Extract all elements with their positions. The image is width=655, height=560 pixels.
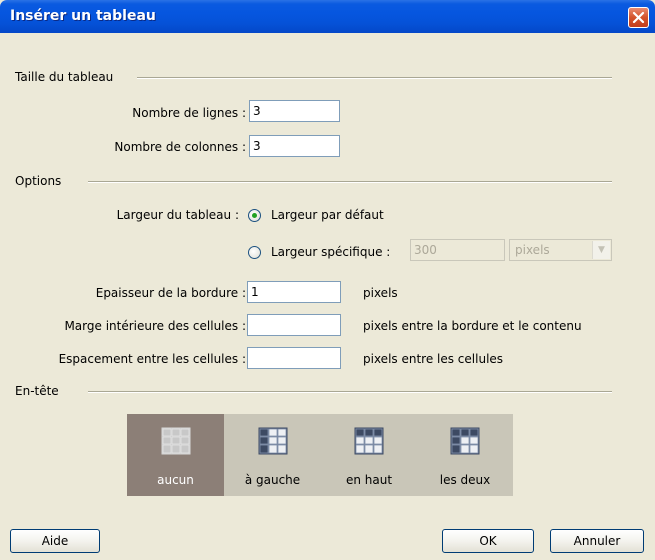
section-divider	[88, 181, 612, 183]
radio-default-width[interactable]	[248, 209, 261, 222]
header-option-none[interactable]: aucun	[127, 414, 224, 496]
width-unit-select[interactable]: pixels ▼	[509, 239, 612, 261]
header-option-label: à gauche	[244, 473, 301, 487]
dialog-title: Insérer un tableau	[10, 8, 156, 24]
header-option-top[interactable]: en haut	[321, 414, 417, 496]
table-left-header-icon	[258, 427, 287, 455]
border-input[interactable]: 1	[247, 281, 341, 303]
radio-specific-width-label[interactable]: Largeur spécifique :	[271, 245, 390, 259]
section-taille-label: Taille du tableau	[15, 70, 114, 84]
width-unit-value: pixels	[515, 243, 550, 257]
specific-width-input[interactable]: 300	[410, 239, 505, 261]
width-label: Largeur du tableau :	[116, 208, 239, 222]
cancel-button[interactable]: Annuler	[550, 529, 644, 553]
help-button[interactable]: Aide	[10, 529, 100, 553]
border-unit: pixels	[363, 286, 398, 300]
table-top-header-icon	[354, 427, 384, 455]
table-no-header-icon	[161, 427, 190, 455]
section-header-label: En-tête	[15, 384, 59, 398]
insert-table-dialog: Insérer un tableau Taille du tableau Nom…	[0, 0, 655, 560]
header-option-label: en haut	[345, 473, 393, 487]
dialog-body: Taille du tableau Nombre de lignes : 3 N…	[4, 33, 651, 557]
chevron-down-icon: ▼	[592, 241, 610, 259]
columns-input[interactable]: 3	[249, 135, 340, 157]
border-label: Epaisseur de la bordure :	[95, 286, 246, 300]
radio-specific-width[interactable]	[248, 246, 261, 259]
header-option-left[interactable]: à gauche	[224, 414, 321, 496]
radio-default-width-label[interactable]: Largeur par défaut	[271, 208, 384, 222]
spacing-unit: pixels entre les cellules	[363, 352, 504, 366]
header-options-panel: aucun à gauche en haut les deux	[127, 414, 513, 496]
padding-unit: pixels entre la bordure et le contenu	[363, 319, 582, 333]
ok-button[interactable]: OK	[442, 529, 534, 553]
section-divider	[137, 77, 612, 79]
spacing-input[interactable]	[247, 347, 341, 369]
rows-input[interactable]: 3	[249, 100, 340, 122]
spacing-label: Espacement entre les cellules :	[58, 352, 246, 366]
header-option-both[interactable]: les deux	[417, 414, 513, 496]
close-icon	[632, 11, 645, 24]
table-both-header-icon	[450, 427, 480, 455]
header-option-label: aucun	[157, 473, 194, 487]
padding-input[interactable]	[247, 314, 341, 336]
section-options-label: Options	[15, 174, 62, 188]
radio-selected-dot	[252, 213, 257, 218]
header-option-label: les deux	[439, 473, 491, 487]
rows-label: Nombre de lignes :	[132, 106, 246, 120]
padding-label: Marge intérieure des cellules :	[64, 319, 246, 333]
columns-label: Nombre de colonnes :	[114, 140, 246, 154]
title-bar[interactable]: Insérer un tableau	[0, 0, 655, 33]
close-button[interactable]	[628, 7, 649, 28]
section-divider	[88, 391, 612, 393]
